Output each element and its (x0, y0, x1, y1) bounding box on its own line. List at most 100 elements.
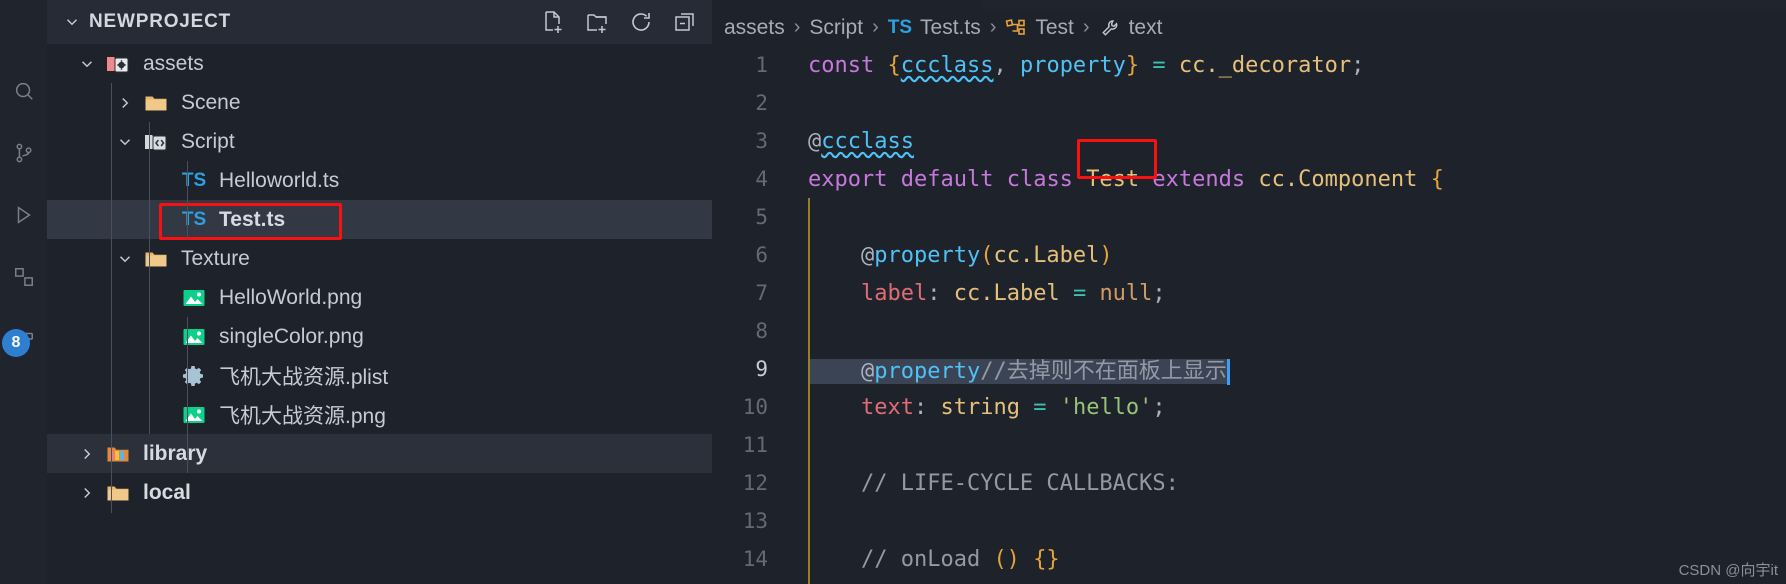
tab-test-ts[interactable] (712, 0, 982, 9)
line-number: 5 (755, 205, 768, 229)
folder-icon (139, 93, 173, 113)
explorer-actions (540, 9, 698, 35)
line-number: 14 (742, 547, 768, 571)
activity-badge-count: 8 (2, 329, 30, 357)
code-editor[interactable]: 1 const {ccclass, property} = cc._decorat… (712, 46, 1786, 584)
tree-item-label: Texture (181, 246, 250, 270)
extensions-icon[interactable] (0, 246, 47, 308)
code-line[interactable]: 11 (712, 426, 1786, 464)
breadcrumb-item-Script[interactable]: Script (809, 16, 863, 40)
code-token: property (874, 242, 981, 268)
refresh-explorer-button[interactable] (628, 9, 654, 35)
search-icon[interactable] (0, 60, 47, 122)
cocos-assets-folder-icon (101, 53, 135, 75)
tree-item-Scene[interactable]: Scene (47, 83, 712, 122)
code-token: = (1033, 394, 1047, 420)
collapse-folders-button[interactable] (672, 9, 698, 35)
chevron-down-icon[interactable] (73, 55, 101, 73)
explorer-sidebar: NEWPROJECT assets Scene Script TS Hellow… (47, 0, 712, 584)
line-number: 4 (755, 167, 768, 191)
tree-indent-guide (187, 317, 188, 473)
new-folder-button[interactable] (584, 9, 610, 35)
code-text: // onLoad () {} (784, 547, 1060, 572)
breadcrumb-item-label: Script (809, 15, 864, 39)
code-token: } (1125, 52, 1140, 78)
breadcrumb-item-Test[interactable]: Test (1005, 16, 1074, 40)
image-file-icon (177, 405, 211, 425)
code-token: cc._decorator (1178, 52, 1352, 78)
line-number: 8 (755, 319, 768, 343)
chevron-right-icon[interactable] (111, 94, 139, 112)
text-cursor (1226, 359, 1230, 385)
code-line[interactable]: 9 @property//去掉则不在面板上显示 (712, 350, 1786, 388)
code-token: class (1006, 166, 1073, 192)
explorer-header[interactable]: NEWPROJECT (47, 0, 712, 44)
code-line[interactable]: 15 (712, 578, 1786, 584)
chevron-down-icon[interactable] (111, 133, 139, 151)
breadcrumb-item-text[interactable]: text (1099, 16, 1162, 40)
tree-item-Texture[interactable]: Texture (47, 239, 712, 278)
code-line[interactable]: 1 const {ccclass, property} = cc._decorat… (712, 46, 1786, 84)
code-token: string (940, 394, 1020, 420)
tree-item-HelloWorld.png[interactable]: HelloWorld.png (47, 278, 712, 317)
code-line[interactable]: 4 export default class Test extends cc.Co… (712, 160, 1786, 198)
breadcrumb-item-label: Test (1035, 15, 1074, 39)
code-line[interactable]: 10 text: string = 'hello'; (712, 388, 1786, 426)
code-line[interactable]: 7 label: cc.Label = null; (712, 274, 1786, 312)
line-number: 9 (755, 357, 768, 381)
code-line[interactable]: 2 (712, 84, 1786, 122)
source-control-icon[interactable] (0, 122, 47, 184)
chevron-down-icon[interactable] (111, 250, 139, 268)
tree-item-local[interactable]: local (47, 473, 712, 512)
chevron-right-icon[interactable] (73, 484, 101, 502)
line-number: 3 (755, 129, 768, 153)
indent-guide (808, 198, 810, 236)
code-text: @property(cc.Label) (784, 243, 1113, 268)
tree-item-飞机大战资源.plist[interactable]: 飞机大战资源.plist (47, 356, 712, 395)
code-line[interactable]: 5 (712, 198, 1786, 236)
code-token: Test (1086, 166, 1140, 192)
code-line[interactable]: 13 (712, 502, 1786, 540)
code-token: ccclass (821, 128, 914, 154)
tree-item-label: 飞机大战资源.plist (219, 365, 389, 389)
code-token: label (860, 280, 928, 306)
tree-item-label: local (143, 480, 191, 504)
code-line[interactable]: 6 @property(cc.Label) (712, 236, 1786, 274)
tree-item-singleColor.png[interactable]: singleColor.png (47, 317, 712, 356)
line-number: 11 (742, 433, 768, 457)
code-line[interactable]: 3 @ccclass (712, 122, 1786, 160)
image-file-icon (177, 288, 211, 308)
breadcrumb-separator: › (872, 16, 879, 38)
tree-item-library[interactable]: library (47, 434, 712, 473)
tree-item-Script[interactable]: Script (47, 122, 712, 161)
tree-item-Test.ts[interactable]: TS Test.ts (47, 200, 712, 239)
code-token: = (1072, 280, 1087, 306)
code-line[interactable]: 8 (712, 312, 1786, 350)
line-number: 1 (755, 53, 768, 77)
code-text: label: cc.Label = null; (784, 281, 1166, 306)
library-folder-icon (101, 444, 135, 464)
tree-item-飞机大战资源.png[interactable]: 飞机大战资源.png (47, 395, 712, 434)
code-line[interactable]: 12 // LIFE-CYCLE CALLBACKS: (712, 464, 1786, 502)
tree-item-assets[interactable]: assets (47, 44, 712, 83)
vscode-window: 8 NEWPROJECT assets Scene Script TS Hell… (0, 0, 1786, 584)
class-symbol-icon (1005, 18, 1027, 38)
code-token: { (1430, 166, 1444, 192)
run-debug-icon[interactable] (0, 184, 47, 246)
tree-item-Helloworld.ts[interactable]: TS Helloworld.ts (47, 161, 712, 200)
code-line[interactable]: 14 // onLoad () {} (712, 540, 1786, 578)
chevron-right-icon[interactable] (73, 445, 101, 463)
chevron-down-icon[interactable] (59, 9, 85, 35)
code-text: export default class Test extends cc.Com… (784, 167, 1444, 192)
tree-item-label: singleColor.png (219, 324, 364, 348)
breadcrumb-item-assets[interactable]: assets (724, 16, 785, 40)
folder-icon (139, 249, 173, 269)
breadcrumb-item-Test.ts[interactable]: TS Test.ts (888, 16, 981, 40)
code-token: ( (980, 242, 994, 268)
code-token: extends (1152, 166, 1246, 192)
new-file-button[interactable] (540, 9, 566, 35)
